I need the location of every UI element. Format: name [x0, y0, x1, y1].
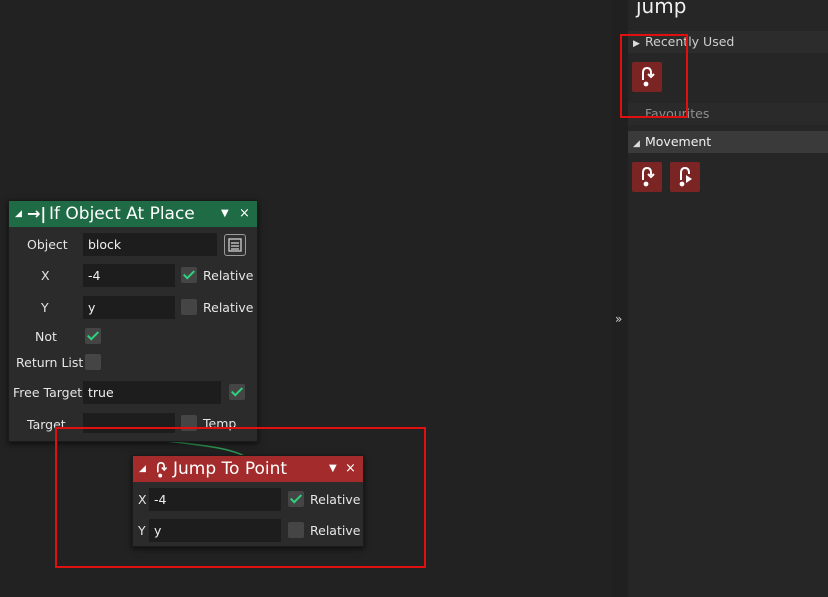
search-query[interactable]: jump	[636, 0, 686, 18]
x-label: X	[41, 268, 50, 283]
highlight-box-recent	[620, 34, 688, 118]
return-list-checkbox[interactable]	[85, 354, 101, 370]
not-label: Not	[35, 329, 57, 344]
object-label: Object	[27, 237, 68, 252]
jump-icon	[642, 166, 655, 187]
free-target-checkbox[interactable]	[229, 384, 245, 400]
return-list-label: Return List	[16, 355, 84, 370]
x-relative-checkbox[interactable]	[181, 267, 197, 283]
jump-start-icon	[679, 166, 692, 187]
expanded-arrow-icon: ◢	[633, 139, 640, 149]
collapse-arrow-icon[interactable]: ◢	[15, 201, 22, 227]
if-object-at-place-node[interactable]: ◢ →| If Object At Place ▼ × Object block…	[8, 200, 258, 442]
list-icon	[228, 238, 242, 252]
object-picker-button[interactable]	[224, 234, 246, 256]
close-icon[interactable]: ×	[239, 201, 250, 227]
highlight-box-node	[55, 427, 426, 568]
node-header[interactable]: ◢ →| If Object At Place ▼ ×	[9, 201, 257, 227]
not-checkbox[interactable]	[85, 328, 101, 344]
section-label: Movement	[645, 134, 712, 149]
free-target-label: Free Target	[13, 385, 83, 400]
y-relative-label: Relative	[203, 300, 254, 315]
y-field[interactable]: y	[83, 296, 175, 319]
jump-to-start-action[interactable]	[670, 162, 700, 192]
section-movement[interactable]: ◢ Movement	[628, 131, 828, 153]
x-relative-label: Relative	[203, 268, 254, 283]
node-title: If Object At Place	[49, 204, 195, 224]
chevron-down-icon[interactable]: ▼	[221, 201, 229, 227]
free-target-field[interactable]: true	[83, 381, 221, 404]
x-field[interactable]: -4	[83, 264, 175, 287]
jump-to-point-action[interactable]	[632, 162, 662, 192]
y-label: Y	[41, 300, 49, 315]
y-relative-checkbox[interactable]	[181, 299, 197, 315]
object-field[interactable]: block	[83, 233, 217, 256]
if-object-icon: →|	[27, 204, 47, 223]
expand-arrow-icon[interactable]: »	[615, 312, 622, 326]
